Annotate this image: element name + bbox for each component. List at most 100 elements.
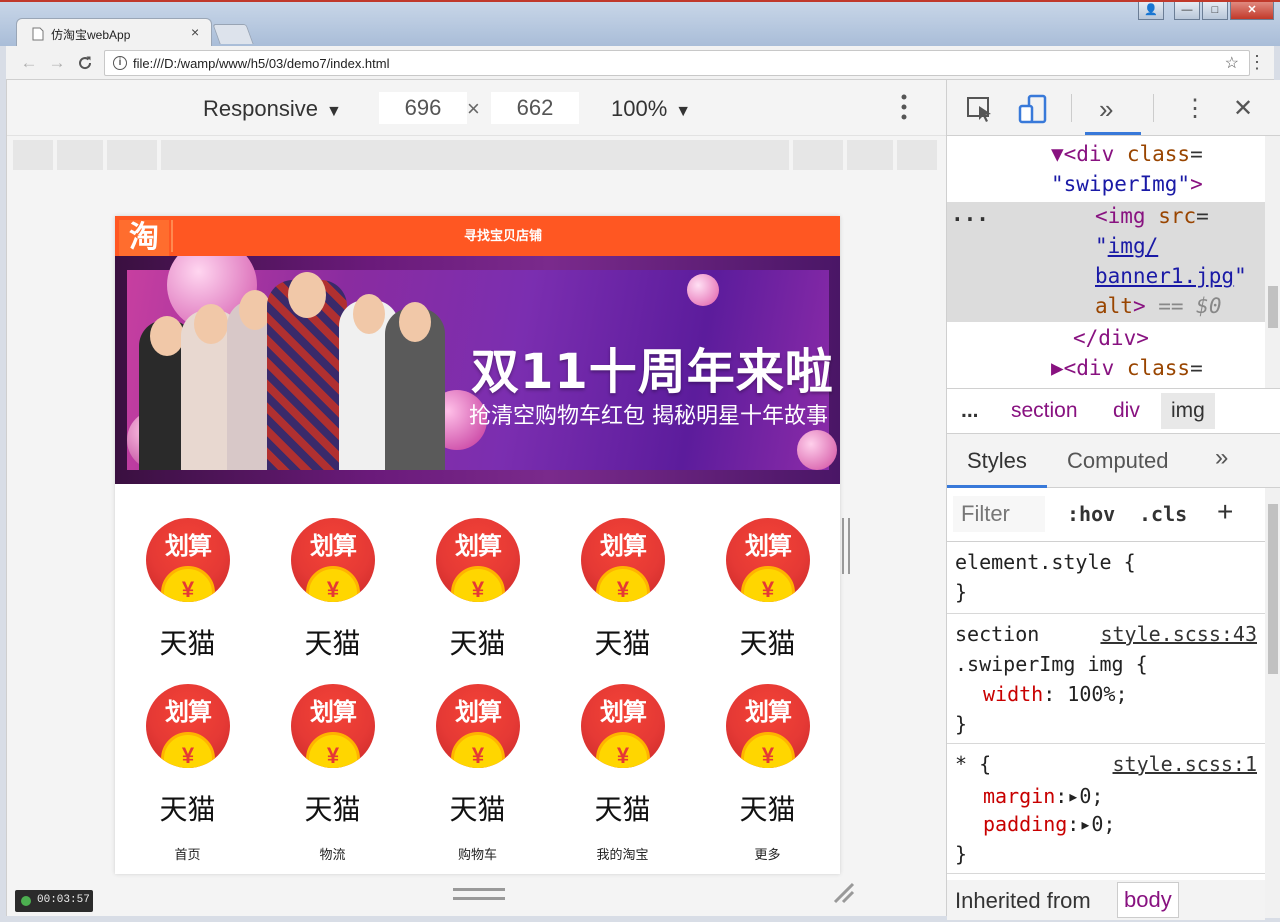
inspect-icon[interactable] [965,94,995,124]
device-viewport-area: Responsive ▼ 696 × 662 100% ▼ 淘 寻找宝贝店铺 双… [6,80,947,916]
img-src-link[interactable]: banner1.jpg" [1095,264,1247,288]
nav-my-taobao[interactable]: 我的淘宝 [550,844,695,863]
address-bar[interactable]: i file:///D:/wamp/www/h5/03/demo7/index.… [104,50,1250,76]
taobao-logo[interactable]: 淘 [119,220,169,256]
zoom-select[interactable]: 100% ▼ [611,96,691,122]
scrollbar-thumb[interactable] [1268,504,1278,674]
minimize-button[interactable]: — [1174,2,1200,20]
reload-button[interactable] [74,52,96,74]
breadcrumb-img[interactable]: img [1161,393,1215,429]
dom-node-div-class[interactable]: "swiperImg"> [1051,172,1203,196]
rule-selector: .swiperImg img { [955,652,1148,676]
height-resize-handle[interactable] [453,888,505,900]
grid-item[interactable]: 划算 ¥ 天猫 [550,664,695,826]
width-resize-handle[interactable] [842,518,850,574]
grid-item[interactable]: 划算 ¥ 天猫 [260,498,405,660]
node-ellipsis[interactable]: ... [951,202,989,226]
sidebar-more-icon[interactable]: » [1215,444,1228,472]
dom-node-div[interactable]: ▼<div class= [1051,142,1203,166]
grid-item-label: 天猫 [739,627,796,660]
breadcrumb-ellipsis[interactable]: ... [961,399,979,423]
coupon-icon: 划算 ¥ [146,684,230,768]
grid-item-label: 天猫 [449,627,506,660]
style-rule-swiper[interactable]: section style.scss:43 .swiperImg img { w… [947,614,1265,744]
width-input[interactable]: 696 [379,92,467,124]
browser-menu-icon[interactable]: ⋮ [1248,50,1266,74]
grid-item[interactable]: 划算 ¥ 天猫 [115,664,260,826]
style-rule-element[interactable]: element.style { } [947,542,1265,614]
devtools-menu-icon[interactable]: ⋮ [1183,94,1207,123]
url-text[interactable]: file:///D:/wamp/www/h5/03/demo7/index.ht… [133,56,390,71]
grid-item[interactable]: 划算 ¥ 天猫 [115,498,260,660]
search-input[interactable] [175,220,831,252]
nav-logistics[interactable]: 物流 [260,844,405,863]
hover-state-toggle[interactable]: :hov [1067,502,1115,526]
grid-item[interactable]: 划算 ¥ 天猫 [550,498,695,660]
img-alt-attr[interactable]: alt> == $0 [1095,294,1221,318]
ruler-segment[interactable] [57,140,103,170]
ruler-segment[interactable] [161,140,789,170]
star-icon[interactable]: ☆ [1225,53,1239,73]
grid-item[interactable]: 划算 ¥ 天猫 [405,664,550,826]
height-input[interactable]: 662 [491,92,579,124]
nav-more[interactable]: 更多 [695,844,840,863]
info-icon[interactable]: i [113,56,127,70]
rule-source-link[interactable]: style.scss:1 [1113,752,1258,776]
ruler-segment[interactable] [897,140,937,170]
device-toggle-icon[interactable] [1017,94,1049,126]
window-close-button[interactable]: ✕ [1230,2,1274,20]
tab-styles[interactable]: Styles [967,448,1027,474]
class-toggle[interactable]: .cls [1139,502,1187,526]
device-select[interactable]: Responsive ▼ [203,96,342,122]
resize-corner-icon[interactable] [831,880,855,904]
grid-item[interactable]: 划算 ¥ 天猫 [695,498,840,660]
ruler-segment[interactable] [847,140,893,170]
rule-source-link[interactable]: style.scss:43 [1100,622,1257,646]
grid-item[interactable]: 划算 ¥ 天猫 [695,664,840,826]
media-query-ruler[interactable] [13,140,941,170]
dom-node-img[interactable]: <img src= [1095,204,1209,228]
dom-node-close[interactable]: </div> [1073,326,1149,350]
nav-home[interactable]: 首页 [115,844,260,863]
coupon-icon: 划算 ¥ [146,518,230,602]
coupon-icon: 划算 ¥ [436,518,520,602]
dom-node-div[interactable]: ▶<div class= [1051,356,1203,380]
devtools-close-icon[interactable]: ✕ [1233,94,1253,123]
styles-filter-input[interactable] [953,496,1045,532]
ruler-segment[interactable] [107,140,157,170]
grid-item[interactable]: 划算 ¥ 天猫 [260,664,405,826]
inherited-body-link[interactable]: body [1117,882,1179,918]
zoom-label: 100% [611,96,668,121]
rule-declaration[interactable]: margin:▸0; [983,784,1103,808]
rule-declaration[interactable]: padding:▸0; [983,812,1115,836]
back-button[interactable]: ← [18,52,40,74]
inherited-from-section: Inherited from body [947,880,1265,920]
styles-scrollbar[interactable] [1265,488,1280,918]
img-src-link[interactable]: "img/ [1095,234,1158,258]
breadcrumb-div[interactable]: div [1113,399,1140,423]
breadcrumb-section[interactable]: section [1011,399,1078,423]
tab-close-icon[interactable]: × [191,24,199,40]
forward-button[interactable]: → [46,52,68,74]
maximize-button[interactable]: □ [1202,2,1228,20]
more-panels-icon[interactable]: » [1099,94,1113,125]
browser-tab[interactable]: 仿淘宝webApp × [16,18,212,48]
elements-scrollbar[interactable] [1265,136,1280,388]
style-rule-universal[interactable]: * { style.scss:1 margin:▸0; padding:▸0; … [947,744,1265,874]
tab-computed[interactable]: Computed [1067,448,1169,474]
tab-title: 仿淘宝webApp [51,28,131,42]
coupon-icon: 划算 ¥ [291,518,375,602]
device-more-icon[interactable] [901,94,907,120]
scrollbar-thumb[interactable] [1268,286,1278,328]
banner-image[interactable]: 双11十周年来啦！ 抢清空购物车红包 揭秘明星十年故事 [115,256,840,484]
new-tab-button[interactable] [212,24,254,44]
ruler-segment[interactable] [793,140,843,170]
nav-cart[interactable]: 购物车 [405,844,550,863]
grid-item[interactable]: 划算 ¥ 天猫 [405,498,550,660]
ruler-segment[interactable] [13,140,53,170]
grid-item-label: 天猫 [449,793,506,826]
user-icon[interactable]: 👤 [1138,2,1164,20]
rule-declaration[interactable]: width: 100%; [983,682,1128,706]
grid-item-label: 天猫 [594,793,651,826]
add-rule-button[interactable]: + [1217,496,1233,528]
